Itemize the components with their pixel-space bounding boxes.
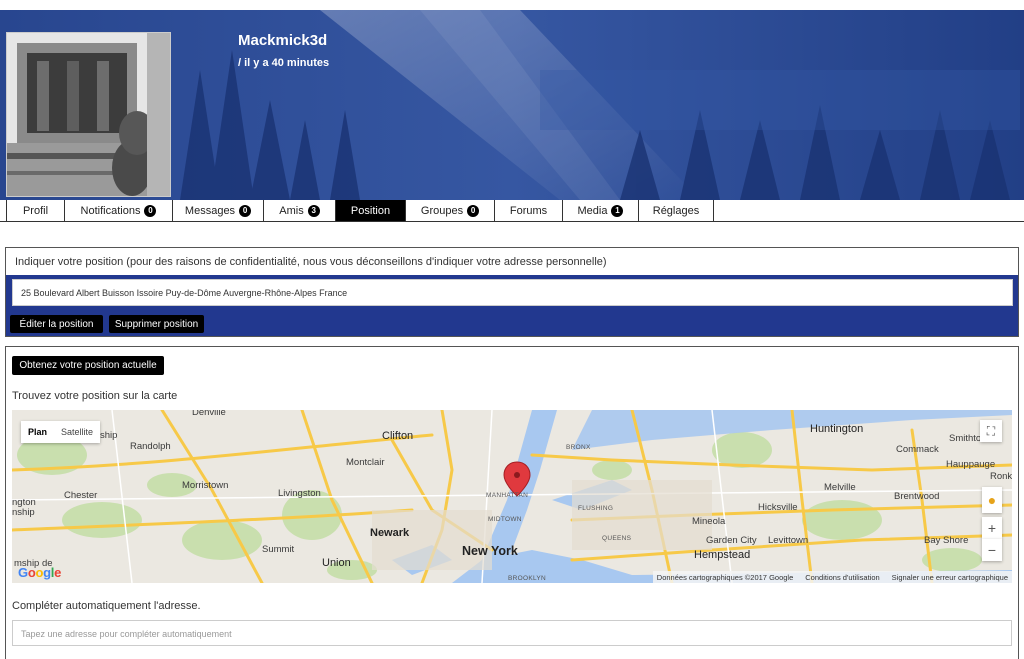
- map-type-plan[interactable]: Plan: [21, 421, 54, 443]
- tab-label: Amis: [279, 204, 304, 217]
- tab-profil[interactable]: Profil: [6, 200, 64, 221]
- position-form: 25 Boulevard Albert Buisson Issoire Puy-…: [6, 275, 1018, 336]
- get-current-position-button[interactable]: Obtenez votre position actuelle: [12, 356, 164, 375]
- map-label: Livingston: [278, 488, 321, 499]
- map-type-control: Plan Satellite: [21, 421, 101, 443]
- tab-label: Position: [350, 204, 391, 217]
- map-label: FLUSHING: [578, 505, 614, 512]
- zoom-out-button[interactable]: −: [982, 539, 1002, 561]
- map-type-satellite[interactable]: Satellite: [54, 421, 100, 443]
- tab-label: Réglages: [652, 204, 700, 217]
- autocomplete-input[interactable]: Tapez une adresse pour compléter automat…: [12, 620, 1012, 646]
- map-label: BROOKLYN: [508, 575, 547, 582]
- tab-label: Profil: [22, 204, 49, 217]
- fullscreen-icon[interactable]: ⛶: [980, 420, 1002, 442]
- map-label: Mineola: [692, 516, 726, 527]
- edit-position-button[interactable]: Éditer la position: [10, 315, 103, 333]
- map-label: Clifton: [382, 430, 414, 442]
- avatar-photo: [7, 33, 170, 196]
- terms-link[interactable]: Conditions d'utilisation: [805, 573, 879, 582]
- position-title: Indiquer votre position (pour des raison…: [15, 256, 607, 268]
- tab-position[interactable]: Position: [335, 200, 405, 221]
- tab-label: Forums: [509, 204, 548, 217]
- autocomplete-label: Compléter automatiquement l'adresse.: [12, 600, 201, 612]
- tab-notifications[interactable]: Notifications 0: [64, 200, 172, 221]
- map-label: Melville: [824, 482, 856, 493]
- map-label: BRONX: [566, 444, 591, 451]
- map-label: Newark: [370, 527, 410, 539]
- tab-label: Media: [577, 204, 608, 217]
- map-label: nship: [12, 507, 35, 518]
- map-label: Hempstead: [694, 549, 751, 561]
- tab-media[interactable]: Media 1: [562, 200, 638, 221]
- map-label: ship: [100, 430, 118, 441]
- delete-position-button[interactable]: Supprimer position: [109, 315, 204, 333]
- position-panel: Indiquer votre position (pour des raison…: [5, 247, 1019, 337]
- google-map[interactable]: Randolph ship Clifton Montclair Morristo…: [12, 410, 1012, 583]
- street-view-pegman-icon[interactable]: ●: [982, 487, 1002, 513]
- map-label: Chester: [64, 490, 98, 501]
- map-footer: Données cartographiques ©2017 Google Con…: [652, 571, 1012, 583]
- count-badge: 1: [611, 204, 624, 217]
- map-label: Summit: [262, 544, 295, 555]
- tab-label: Messages: [184, 204, 236, 217]
- profile-name[interactable]: Mackmick3d: [238, 32, 327, 49]
- map-label: Hauppauge: [946, 459, 996, 470]
- count-badge: 0: [144, 204, 157, 217]
- map-label: Commack: [896, 444, 939, 455]
- map-panel: Obtenez votre position actuelle Trouvez …: [5, 346, 1019, 659]
- tab-groupes[interactable]: Groupes 0: [405, 200, 494, 221]
- find-on-map-label: Trouvez votre position sur la carte: [12, 390, 178, 402]
- tab-reglages[interactable]: Réglages: [638, 200, 714, 221]
- map-label: MANHATTAN: [486, 492, 529, 499]
- count-badge: 0: [467, 204, 480, 217]
- report-error-link[interactable]: Signaler une erreur cartographique: [892, 573, 1008, 582]
- map-label: Montclair: [346, 457, 385, 468]
- map-label: QUEENS: [602, 535, 632, 542]
- tab-messages[interactable]: Messages 0: [172, 200, 263, 221]
- last-active: / il y a 40 minutes: [238, 57, 330, 69]
- tab-label: Notifications: [80, 204, 141, 217]
- zoom-in-button[interactable]: +: [982, 517, 1002, 539]
- profile-tabs: Profil Notifications 0 Messages 0 Amis 3…: [0, 200, 1024, 222]
- address-field[interactable]: 25 Boulevard Albert Buisson Issoire Puy-…: [12, 279, 1013, 306]
- map-label: Hicksville: [758, 502, 798, 513]
- tab-forums[interactable]: Forums: [494, 200, 562, 221]
- map-label: New York: [462, 544, 518, 558]
- tab-amis[interactable]: Amis 3: [263, 200, 335, 221]
- map-data-credit: Données cartographiques ©2017 Google: [656, 572, 794, 582]
- map-label: Denville: [192, 410, 226, 418]
- cover-banner: Mackmick3d / il y a 40 minutes: [0, 10, 1024, 200]
- google-logo: Google: [18, 565, 62, 580]
- count-badge: 3: [307, 204, 320, 217]
- map-label: MIDTOWN: [488, 516, 522, 523]
- map-label: Garden City: [706, 535, 757, 546]
- map-label: Huntington: [810, 423, 864, 435]
- tab-label: Groupes: [420, 204, 464, 217]
- map-label: Union: [322, 557, 351, 569]
- map-label: Ronko: [990, 471, 1012, 482]
- avatar[interactable]: [6, 32, 171, 197]
- map-label: Brentwood: [894, 491, 940, 502]
- map-label: Morristown: [182, 480, 229, 491]
- map-label: Bay Shore: [924, 535, 969, 546]
- count-badge: 0: [239, 204, 252, 217]
- map-label: Levittown: [768, 535, 809, 546]
- map-label: Randolph: [130, 441, 171, 452]
